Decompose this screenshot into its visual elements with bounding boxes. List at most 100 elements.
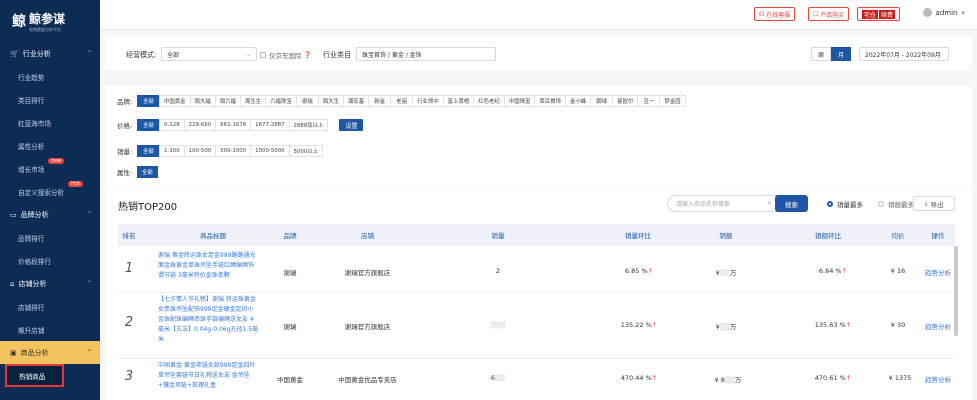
product-title-link[interactable]: 中国黄金 黄金项链女款999足金四叶 草吊坠套链节日礼物送女友 金吊坠 +镶金项…: [158, 361, 270, 391]
sidebar-item-category-rank[interactable]: 类目排行: [0, 88, 100, 111]
sidebar-item-growth-market[interactable]: 增长市场 new: [0, 157, 100, 180]
chevron-up-icon: ⌃: [86, 280, 92, 287]
price-chip[interactable]: 2888及以上: [288, 119, 329, 131]
brand-chip[interactable]: 周大生: [317, 95, 344, 107]
avg-price-cell: ¥ 30: [890, 321, 906, 329]
export-button[interactable]: ⤓ 导出: [913, 196, 955, 211]
sidebar-item-custom-search[interactable]: 自定义搜索分析 Hot: [0, 180, 100, 203]
brand-chip[interactable]: 富上黄梢: [442, 95, 475, 107]
period-week-button[interactable]: 周: [811, 47, 832, 61]
sales-mom-cell: 470.44 %↑: [614, 374, 664, 382]
trend-analysis-link[interactable]: 趋势分析: [921, 267, 955, 277]
sidebar-item-brand-rank[interactable]: 品牌排行: [0, 226, 100, 249]
brand-chip[interactable]: 新金: [368, 95, 392, 107]
sidebar-item-attribute[interactable]: 属性分析: [0, 134, 100, 157]
amount-blur: ▒▒: [719, 269, 730, 277]
brand-chip[interactable]: 周生生: [239, 95, 267, 107]
trend-analysis-link[interactable]: 趋势分析: [921, 321, 955, 331]
brand-chip[interactable]: 曼欧尔: [612, 95, 639, 107]
brand-chip[interactable]: 潮宏基: [342, 95, 370, 107]
price-chip[interactable]: 0-228: [159, 119, 185, 131]
sidebar-item-hot-products[interactable]: 热销商品: [5, 364, 64, 387]
sidebar-group-product[interactable]: ▣ 商品分析 ⌃: [0, 341, 100, 364]
brand-chip[interactable]: 豆一: [637, 95, 661, 107]
trend-analysis-link[interactable]: 趋势分析: [921, 374, 955, 384]
username: admin: [935, 8, 958, 17]
col-title: 商品标题: [200, 232, 226, 240]
brand-chip[interactable]: 菜百首饰: [534, 95, 566, 107]
sales-chip[interactable]: 100-500: [183, 145, 217, 157]
sidebar-item-rising-shop[interactable]: 飙升店铺: [0, 318, 100, 341]
col-sales-mom[interactable]: 销量环比: [608, 230, 668, 240]
sales-chip[interactable]: 500-1000: [215, 145, 252, 157]
amount-blur: ▒▒: [724, 376, 735, 384]
col-avg-price[interactable]: 均价: [883, 230, 913, 240]
amount-mom-cell: 470.61 %↑: [808, 374, 858, 382]
sidebar-item-industry-trend[interactable]: 行业趋势: [0, 65, 100, 88]
brand-chip[interactable]: 周大福: [189, 95, 216, 107]
search-button[interactable]: 搜索: [775, 195, 808, 212]
sidebar-group-shop[interactable]: ⌂ 店铺分析 ⌃: [0, 272, 100, 295]
product-title-link[interactable]: 谢瑞 黄金转运珠女足金999路路通光 面金珠黄金单珠吊坠手链红绳编绳饰 谓节链 …: [158, 251, 270, 281]
col-amount-mom[interactable]: 销额环比: [798, 230, 858, 240]
sort-by-sales-radio[interactable]: 销量最多: [827, 199, 863, 209]
col-shop: 店铺: [361, 232, 374, 240]
title-line: 中国黄金 黄金项链女款999足金四叶: [158, 362, 256, 369]
sort-by-amount-radio[interactable]: 销额最多: [878, 199, 914, 209]
sales-chips: 全部 1-100 100-500 500-1000 1000-5000 5000以上: [137, 145, 324, 157]
sidebar-group-industry[interactable]: 🛒 行业分析 ⌃: [0, 42, 100, 65]
brand-chip[interactable]: 红色老纪: [473, 95, 505, 107]
category-select[interactable]: 珠宝首饰 / 黄金 / 金饰: [356, 47, 496, 61]
brand-chip[interactable]: 周六福: [214, 95, 241, 107]
brand-chip[interactable]: 全部: [137, 95, 160, 107]
jd-only-checkbox[interactable]: 仅京东国际 ❓: [260, 50, 312, 60]
arrow-up-icon: ↑: [845, 321, 852, 329]
product-search-input[interactable]: 请输入商品名称搜索 ×: [667, 195, 779, 212]
brand-chip[interactable]: 梦金园: [659, 95, 686, 107]
sales-chip[interactable]: 全部: [137, 145, 160, 157]
sidebar-group-brand[interactable]: ▭ 品牌分析 ⌃: [0, 203, 100, 226]
price-chip[interactable]: 229-660: [183, 119, 217, 131]
brand-chip[interactable]: 六福珠宝: [265, 95, 297, 107]
mode-select[interactable]: 全部 ⌄: [161, 47, 257, 61]
brand-chip[interactable]: 谢瑞: [295, 95, 319, 107]
brand-chip[interactable]: 行业领中: [412, 95, 444, 107]
flag-label: 宅仓: [862, 9, 879, 19]
sort-by-sales-label: 销量最多: [837, 201, 863, 209]
table-scrollbar[interactable]: [954, 246, 958, 336]
price-chip[interactable]: 1677-2887: [250, 119, 290, 131]
sidebar-item-market[interactable]: 红蓝海市场: [0, 111, 100, 134]
col-amount[interactable]: 销额: [706, 230, 746, 240]
arrow-up-icon: ↑: [845, 374, 852, 382]
price-chip[interactable]: 661-1676: [215, 119, 252, 131]
sales-chip[interactable]: 1-100: [159, 145, 185, 157]
amount-mom-value: 6.84 %: [818, 267, 842, 275]
sales-mom-value: 135.22 %: [620, 321, 652, 329]
account-button[interactable]: 宅仓 续费: [857, 7, 901, 21]
sales-mom-value: 470.44 %: [620, 374, 652, 382]
sidebar-item-price-rank[interactable]: 价格段排行: [0, 249, 100, 272]
brand-chip[interactable]: 老庙: [390, 95, 414, 107]
brand-chip[interactable]: 中国黄金: [159, 95, 191, 107]
brand-chip[interactable]: 金小蜂: [564, 95, 592, 107]
purchase-button[interactable]: ☐ 产品购买: [808, 7, 850, 21]
sales-mom-cell: 135.22 %↑: [614, 321, 664, 329]
brand-chip[interactable]: 朝绿: [590, 95, 614, 107]
sales-chip[interactable]: 5000以上: [288, 145, 324, 157]
price-setting-button[interactable]: 设置: [339, 119, 364, 131]
bag-icon: ☐: [813, 10, 821, 18]
clear-icon[interactable]: ×: [767, 200, 772, 207]
sales-chip[interactable]: 1000-5000: [250, 145, 290, 157]
user-menu[interactable]: admin ▾: [922, 8, 965, 17]
col-sales[interactable]: 销量: [478, 230, 518, 240]
arrow-up-icon: ↑: [647, 267, 654, 275]
price-chip[interactable]: 全部: [137, 119, 160, 131]
logo[interactable]: 鲸 鲸参谋 电商数据分析平台: [0, 0, 100, 42]
attr-chip[interactable]: 全部: [137, 166, 158, 178]
period-month-button[interactable]: 月: [831, 47, 852, 61]
date-range-picker[interactable]: 2022年07月 - 2022年09月: [859, 47, 949, 61]
online-service-button[interactable]: ☊ 在线客服: [754, 7, 796, 21]
product-title-link[interactable]: 【七夕情人节礼物】谢瑞 转运珠黄金 女串珠吊坠配饰999足金硬金足印小 金珠配珠…: [158, 295, 270, 345]
sidebar-item-shop-rank[interactable]: 店铺排行: [0, 295, 100, 318]
brand-chip[interactable]: 中国珠宝: [503, 95, 536, 107]
